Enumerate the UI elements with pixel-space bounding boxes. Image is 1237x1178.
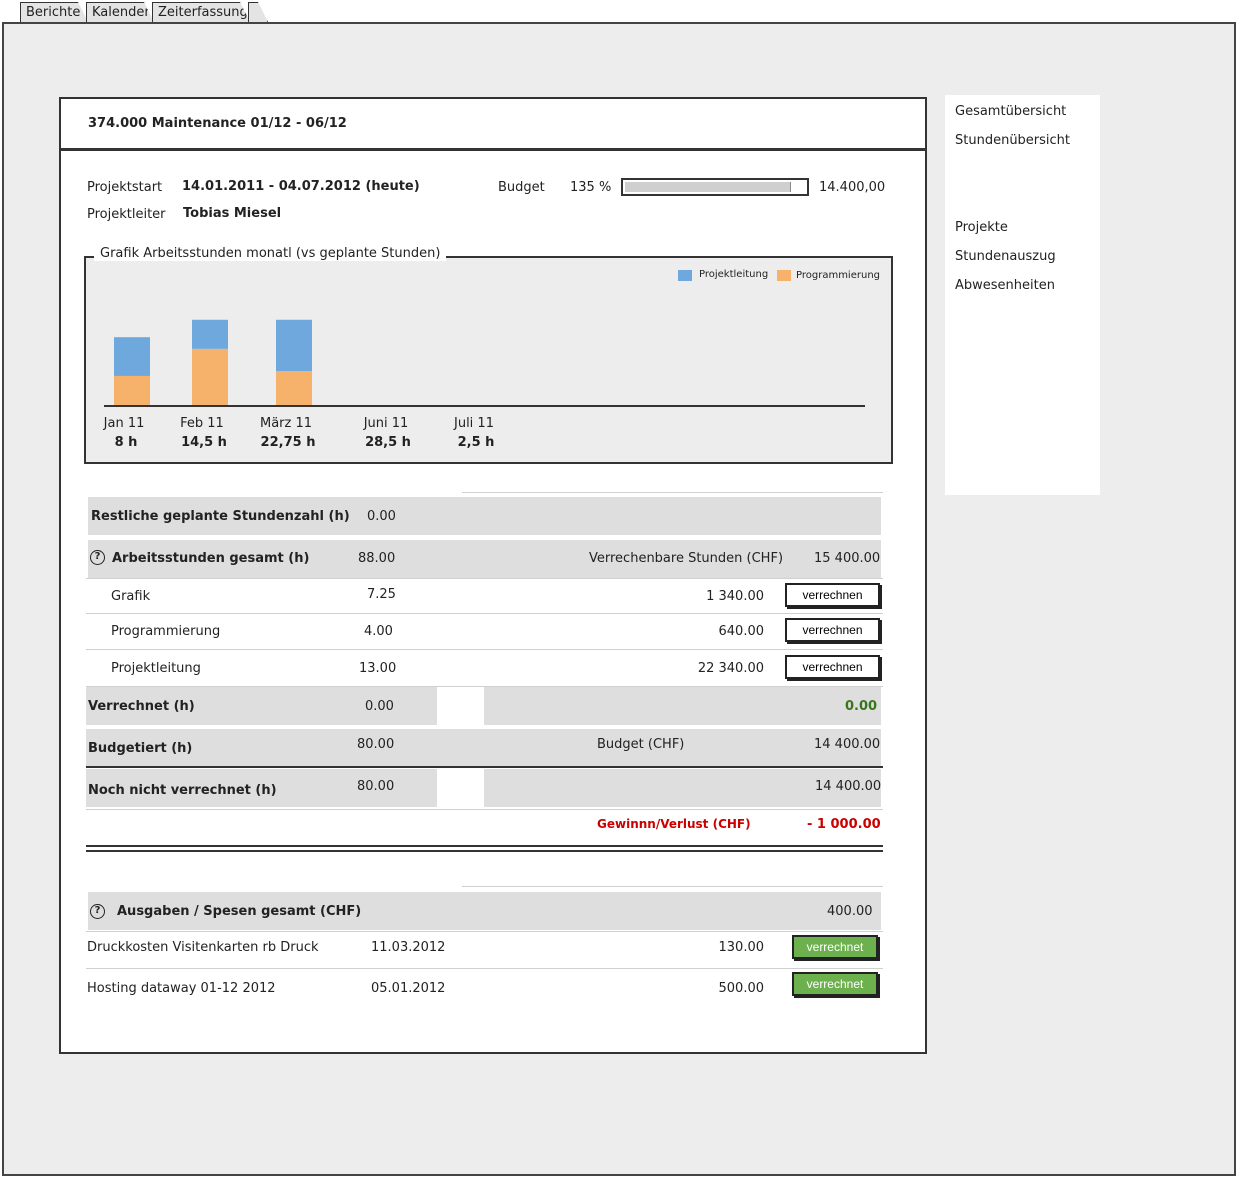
verrechnet-button[interactable]: verrechnet <box>792 935 878 959</box>
tab-kalender[interactable]: Kalender <box>86 2 154 22</box>
help-icon[interactable]: ? <box>90 550 105 565</box>
sidebar-item-abwesenheiten[interactable]: Abwesenheiten <box>955 278 1055 293</box>
budget-percent: 135 % <box>570 180 612 195</box>
x-tick-label: Feb 11 <box>180 416 224 431</box>
unbilled-hours: 80.00 <box>357 779 395 794</box>
divider <box>86 809 883 810</box>
divider <box>462 886 883 887</box>
billable-label: Verrechenbare Stunden (CHF) <box>589 551 784 566</box>
total-hours-label: 8 h <box>115 435 138 450</box>
budget-chf-label: Budget (CHF) <box>597 737 685 752</box>
divider <box>86 850 883 852</box>
billed-hours: 0.00 <box>365 699 394 714</box>
budgeted-hours: 80.00 <box>357 737 395 752</box>
verrechnen-button[interactable]: verrechnen <box>785 655 880 679</box>
sidebar-item-stundenuebersicht[interactable]: Stundenübersicht <box>955 133 1070 148</box>
project-header: 374.000 Maintenance 01/12 - 06/12 <box>59 97 927 150</box>
budget-progress-fill <box>625 182 791 192</box>
divider <box>86 766 883 768</box>
tab-empty[interactable] <box>248 2 268 22</box>
divider <box>86 968 883 969</box>
bar-programmierung <box>276 371 312 405</box>
total-hours-label: 22,75 h <box>261 435 316 450</box>
expense-date: 05.01.2012 <box>371 981 446 996</box>
verrechnen-button[interactable]: verrechnen <box>785 583 880 607</box>
row-bg-billed-right <box>484 687 881 725</box>
bar-projektleitung <box>192 319 228 349</box>
budgeted-label: Budgetiert (h) <box>88 741 193 756</box>
bar-chart: Jan 11 8 h Feb 11 14,5 h März 11 22,75 h Juni … <box>103 319 865 450</box>
expense-label: Druckkosten Visitenkarten rb Druck <box>87 940 319 955</box>
expenses-total-label: Ausgaben / Spesen gesamt (CHF) <box>117 904 362 919</box>
x-tick-label: März 11 <box>260 416 312 431</box>
sidebar: Gesamtübersicht Stundenübersicht Projekt… <box>945 95 1100 495</box>
budget-amount: 14.400,00 <box>819 180 886 195</box>
x-tick-label: Juli 11 <box>453 416 494 431</box>
sidebar-item-stundenauszug[interactable]: Stundenauszug <box>955 249 1056 264</box>
remaining-hours-value: 0.00 <box>367 509 396 524</box>
bar-projektleitung <box>114 337 150 376</box>
total-hours-label: 2,5 h <box>458 435 495 450</box>
expense-amount: 130.00 <box>718 940 765 955</box>
expenses-total-value: 400.00 <box>827 904 873 919</box>
total-hours-label: 28,5 h <box>365 435 411 450</box>
sidebar-item-projekte[interactable]: Projekte <box>955 220 1008 235</box>
help-icon[interactable]: ? <box>90 904 105 919</box>
activity-hours: 13.00 <box>359 661 397 676</box>
project-start-value: 14.01.2011 - 04.07.2012 (heute) <box>182 179 420 194</box>
total-hours-label: Arbeitsstunden gesamt (h) <box>112 551 310 566</box>
tab-berichte[interactable]: Berichte <box>20 2 88 22</box>
expense-amount: 500.00 <box>718 981 765 996</box>
activity-amount: 22 340.00 <box>697 661 764 676</box>
project-start-label: Projektstart <box>87 180 163 195</box>
billed-amount: 0.00 <box>845 699 878 714</box>
bar-programmierung <box>114 375 150 405</box>
row-bg-budgeted <box>86 729 881 766</box>
divider <box>86 578 883 579</box>
activity-label: Programmierung <box>111 624 221 639</box>
budget-chf-value: 14 400.00 <box>814 737 881 752</box>
profit-loss-label: Gewinnn/Verlust (CHF) <box>597 817 751 831</box>
x-tick-label: Juni 11 <box>363 416 409 431</box>
total-hours-label: 14,5 h <box>181 435 227 450</box>
divider <box>86 649 883 650</box>
budget-progress-bar <box>621 178 809 196</box>
activity-hours: 7.25 <box>367 587 396 602</box>
tab-zeiterfassung[interactable]: Zeiterfassung <box>152 2 250 22</box>
profit-loss-value: - 1 000.00 <box>807 817 881 832</box>
bar-projektleitung <box>276 319 312 372</box>
divider <box>86 931 883 932</box>
remaining-hours-label: Restliche geplante Stundenzahl (h) <box>91 509 350 524</box>
activity-label: Grafik <box>111 589 151 604</box>
divider <box>462 492 883 493</box>
divider <box>86 613 883 614</box>
budget-label: Budget <box>498 180 545 195</box>
activity-label: Projektleitung <box>111 661 201 676</box>
verrechnet-button[interactable]: verrechnet <box>792 972 878 996</box>
billed-label: Verrechnet (h) <box>88 699 195 714</box>
expense-label: Hosting dataway 01-12 2012 <box>87 981 276 996</box>
divider <box>86 845 883 847</box>
project-title: 374.000 Maintenance 01/12 - 06/12 <box>88 116 347 131</box>
unbilled-amount: 14 400.00 <box>815 779 882 794</box>
billable-value: 15 400.00 <box>814 551 881 566</box>
unbilled-label: Noch nicht verrechnet (h) <box>88 783 277 798</box>
activity-amount: 1 340.00 <box>706 589 764 604</box>
x-tick-label: Jan 11 <box>103 416 145 431</box>
project-leader-value: Tobias Miesel <box>183 206 282 221</box>
expense-date: 11.03.2012 <box>371 940 446 955</box>
project-leader-label: Projektleiter <box>87 207 166 222</box>
activity-amount: 640.00 <box>718 624 765 639</box>
bar-programmierung <box>192 348 228 405</box>
total-hours-value: 88.00 <box>358 551 396 566</box>
sidebar-item-gesamtuebersicht[interactable]: Gesamtübersicht <box>955 104 1066 119</box>
activity-hours: 4.00 <box>364 624 393 639</box>
verrechnen-button[interactable]: verrechnen <box>785 618 880 642</box>
